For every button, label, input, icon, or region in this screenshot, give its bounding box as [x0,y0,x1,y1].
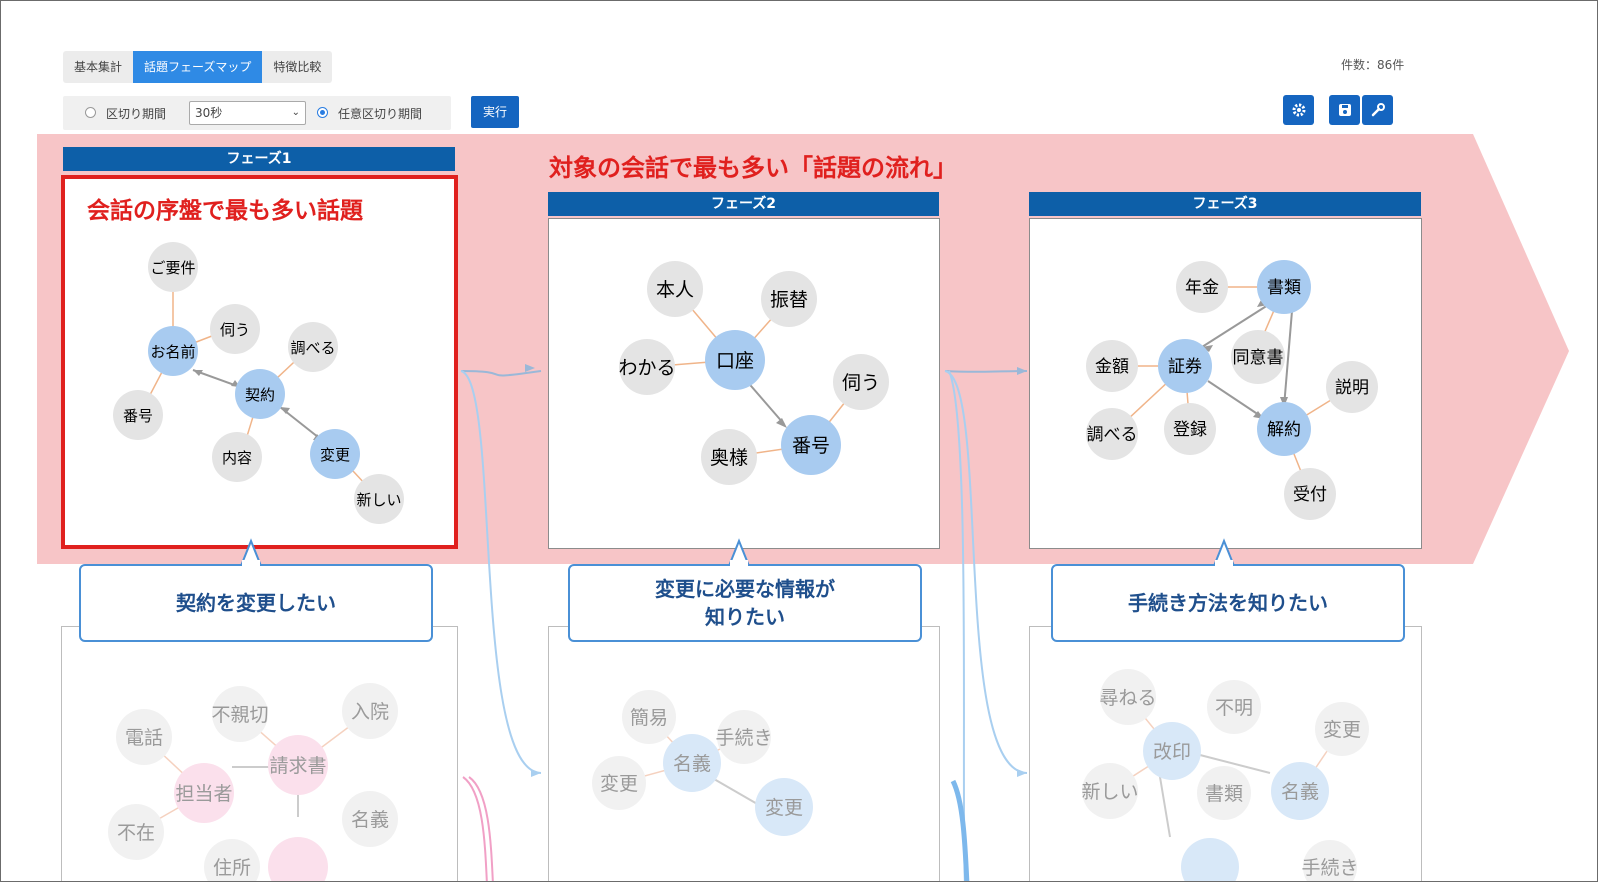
bubble-pointer-covers [242,560,1233,568]
app-window: 基本集計 話題フェーズマップ 特徴比較 件数：86件 区切り期間 30秒 ⌄ 任意… [0,0,1598,882]
